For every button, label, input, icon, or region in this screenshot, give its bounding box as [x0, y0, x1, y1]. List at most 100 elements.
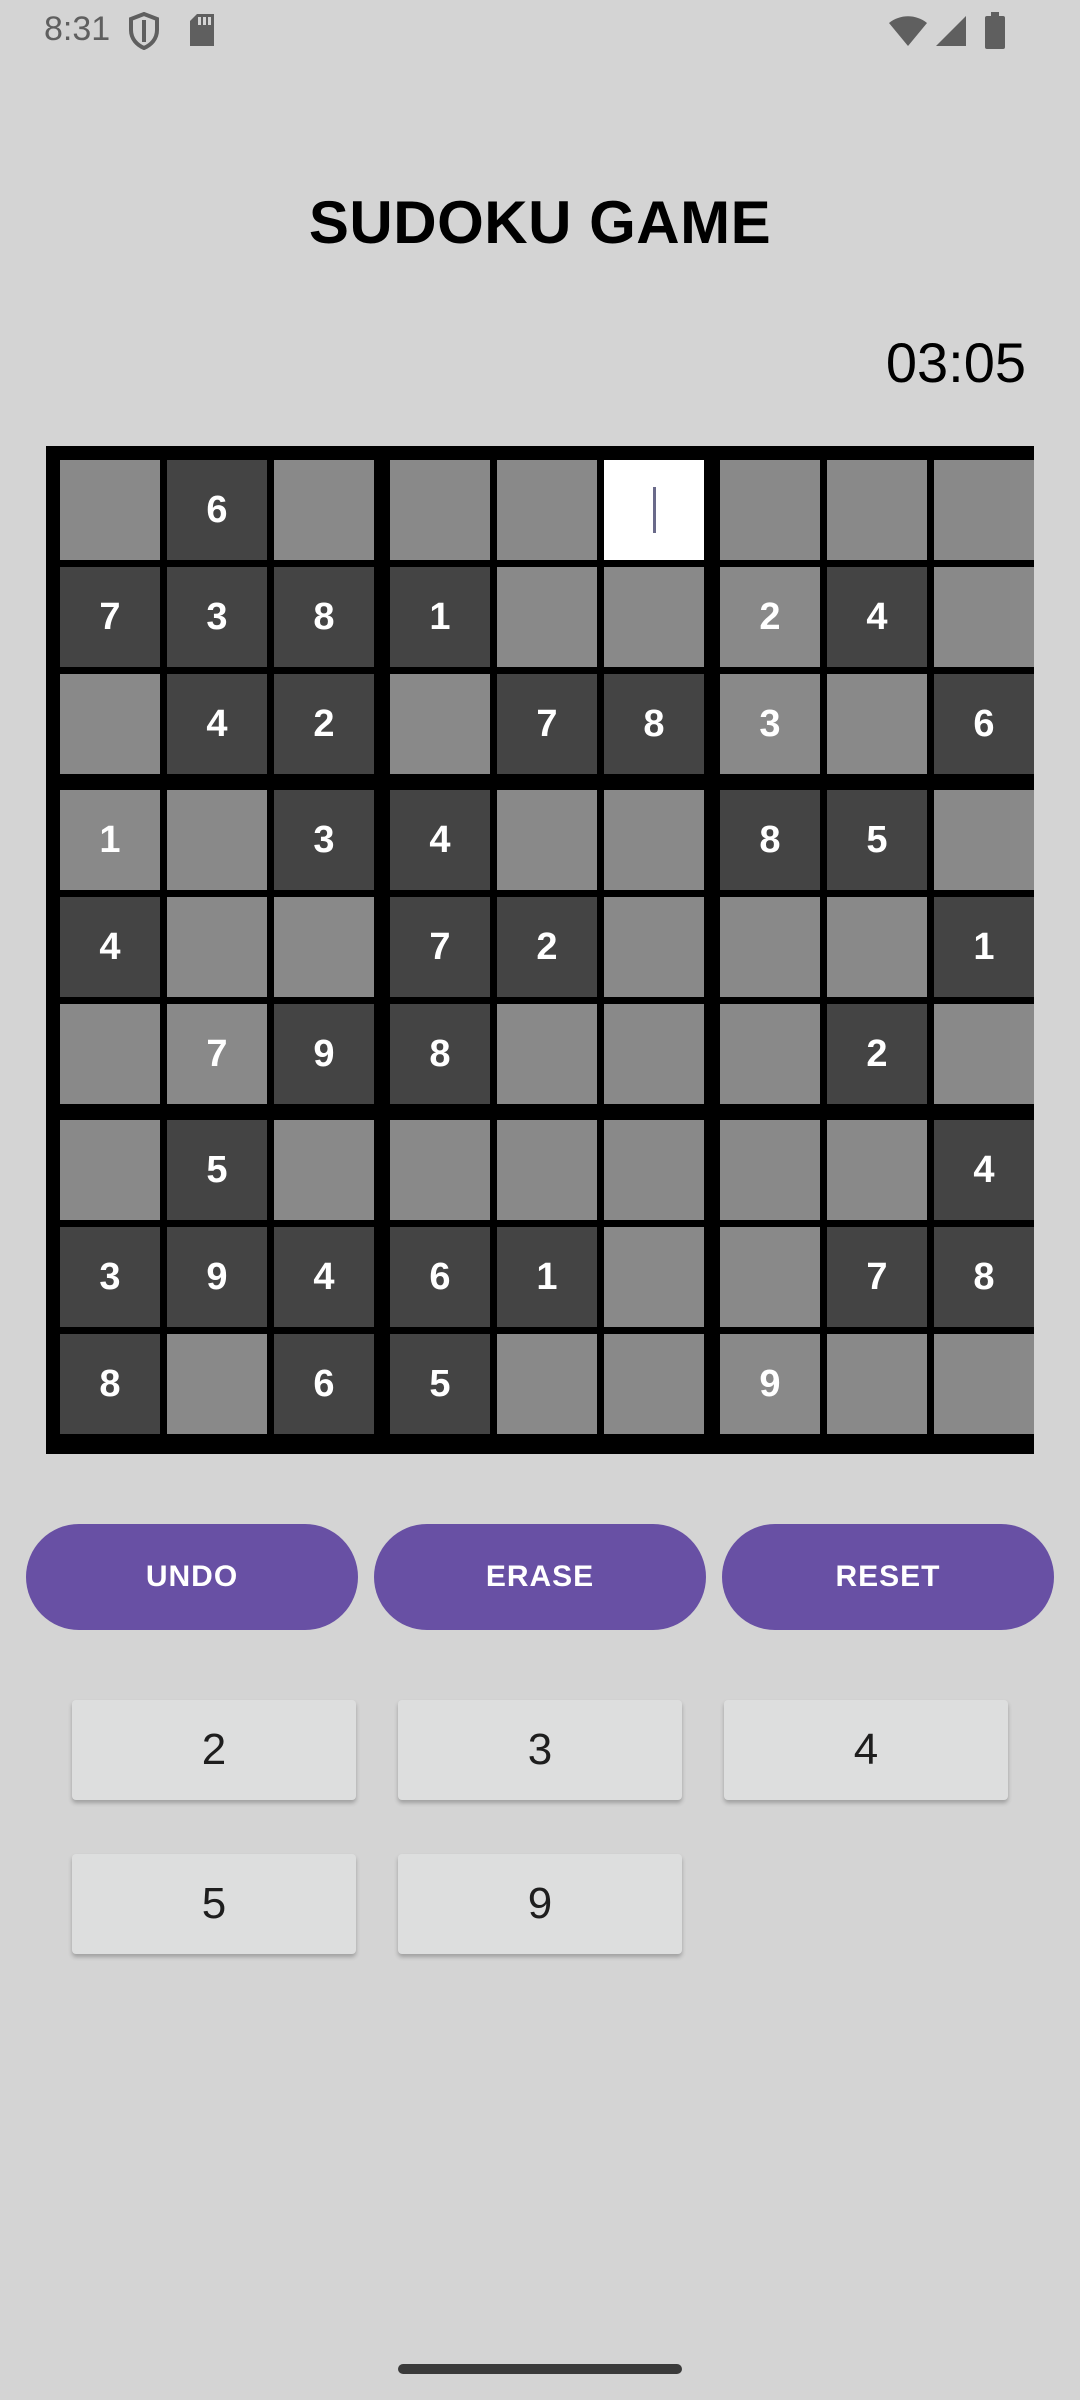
- sudoku-cell-r3-c2[interactable]: 4: [167, 674, 267, 774]
- sudoku-cell-r1-c6[interactable]: [604, 460, 704, 560]
- status-bar: 8:31: [0, 0, 1080, 64]
- sudoku-cell-r4-c3[interactable]: 3: [274, 790, 374, 890]
- sudoku-cell-r2-c2[interactable]: 3: [167, 567, 267, 667]
- cellular-signal-icon: [934, 14, 968, 53]
- sudoku-cell-r2-c3[interactable]: 8: [274, 567, 374, 667]
- sudoku-cell-r1-c2[interactable]: 6: [167, 460, 267, 560]
- sudoku-cell-r6-c7[interactable]: [720, 1004, 820, 1104]
- sudoku-cell-r9-c2[interactable]: [167, 1334, 267, 1434]
- sudoku-cell-r2-c9[interactable]: [934, 567, 1034, 667]
- sudoku-cell-r7-c2[interactable]: 5: [167, 1120, 267, 1220]
- sudoku-cell-r4-c8[interactable]: 5: [827, 790, 927, 890]
- sudoku-cell-r3-c1[interactable]: [60, 674, 160, 774]
- reset-button[interactable]: RESET: [722, 1524, 1054, 1630]
- sudoku-cell-r4-c7[interactable]: 8: [720, 790, 820, 890]
- sudoku-cell-r3-c8[interactable]: [827, 674, 927, 774]
- number-button-4[interactable]: 4: [724, 1700, 1008, 1800]
- sudoku-cell-r2-c5[interactable]: [497, 567, 597, 667]
- sudoku-cell-r6-c8[interactable]: 2: [827, 1004, 927, 1104]
- home-indicator[interactable]: [398, 2364, 682, 2374]
- sudoku-cell-r7-c1[interactable]: [60, 1120, 160, 1220]
- sudoku-cell-r3-c7[interactable]: 3: [720, 674, 820, 774]
- sudoku-cell-r5-c3[interactable]: [274, 897, 374, 997]
- sudoku-cell-r4-c5[interactable]: [497, 790, 597, 890]
- number-button-9[interactable]: 9: [398, 1854, 682, 1954]
- sudoku-cell-r8-c8[interactable]: 7: [827, 1227, 927, 1327]
- sudoku-cell-r6-c1[interactable]: [60, 1004, 160, 1104]
- sudoku-cell-r4-c9[interactable]: [934, 790, 1034, 890]
- sudoku-board: 673812442783613485472179825439461788659: [46, 446, 1034, 1454]
- sudoku-cell-r5-c9[interactable]: 1: [934, 897, 1034, 997]
- sudoku-cell-r9-c4[interactable]: 5: [390, 1334, 490, 1434]
- sudoku-cell-r4-c2[interactable]: [167, 790, 267, 890]
- sudoku-cell-r3-c9[interactable]: 6: [934, 674, 1034, 774]
- sudoku-cell-r7-c6[interactable]: [604, 1120, 704, 1220]
- sudoku-cell-r4-c6[interactable]: [604, 790, 704, 890]
- erase-button[interactable]: ERASE: [374, 1524, 706, 1630]
- sudoku-cell-r9-c7[interactable]: 9: [720, 1334, 820, 1434]
- sudoku-cell-r4-c4[interactable]: 4: [390, 790, 490, 890]
- sudoku-cell-r2-c6[interactable]: [604, 567, 704, 667]
- sudoku-cell-r9-c1[interactable]: 8: [60, 1334, 160, 1434]
- sudoku-cell-r6-c5[interactable]: [497, 1004, 597, 1104]
- sudoku-cell-r7-c9[interactable]: 4: [934, 1120, 1034, 1220]
- sudoku-cell-r1-c1[interactable]: [60, 460, 160, 560]
- sudoku-cell-r5-c8[interactable]: [827, 897, 927, 997]
- action-buttons: UNDO ERASE RESET: [26, 1524, 1054, 1630]
- game-timer: 03:05: [885, 331, 1026, 394]
- sudoku-cell-r3-c6[interactable]: 8: [604, 674, 704, 774]
- sudoku-cell-r3-c5[interactable]: 7: [497, 674, 597, 774]
- number-button-2[interactable]: 2: [72, 1700, 356, 1800]
- sudoku-cell-r8-c1[interactable]: 3: [60, 1227, 160, 1327]
- sudoku-cell-r9-c5[interactable]: [497, 1334, 597, 1434]
- sudoku-cell-r2-c4[interactable]: 1: [390, 567, 490, 667]
- sudoku-cell-r2-c7[interactable]: 2: [720, 567, 820, 667]
- sudoku-cell-r5-c4[interactable]: 7: [390, 897, 490, 997]
- sudoku-cell-r8-c6[interactable]: [604, 1227, 704, 1327]
- sudoku-cell-r8-c7[interactable]: [720, 1227, 820, 1327]
- number-button-3[interactable]: 3: [398, 1700, 682, 1800]
- sudoku-cell-r8-c4[interactable]: 6: [390, 1227, 490, 1327]
- sudoku-cell-r2-c1[interactable]: 7: [60, 567, 160, 667]
- sudoku-cell-r3-c4[interactable]: [390, 674, 490, 774]
- sudoku-cell-r5-c6[interactable]: [604, 897, 704, 997]
- sudoku-cell-r1-c9[interactable]: [934, 460, 1034, 560]
- sudoku-cell-r4-c1[interactable]: 1: [60, 790, 160, 890]
- sudoku-cell-r6-c2[interactable]: 7: [167, 1004, 267, 1104]
- sudoku-cell-r1-c4[interactable]: [390, 460, 490, 560]
- sudoku-cell-r1-c7[interactable]: [720, 460, 820, 560]
- number-button-5[interactable]: 5: [72, 1854, 356, 1954]
- sudoku-cell-r5-c2[interactable]: [167, 897, 267, 997]
- page-title: SUDOKU GAME: [308, 189, 772, 256]
- sudoku-cell-r2-c8[interactable]: 4: [827, 567, 927, 667]
- sudoku-cell-r9-c3[interactable]: 6: [274, 1334, 374, 1434]
- sudoku-cell-r1-c5[interactable]: [497, 460, 597, 560]
- sudoku-cell-r7-c8[interactable]: [827, 1120, 927, 1220]
- sudoku-cell-r8-c3[interactable]: 4: [274, 1227, 374, 1327]
- sudoku-cell-r7-c7[interactable]: [720, 1120, 820, 1220]
- sudoku-cell-r7-c4[interactable]: [390, 1120, 490, 1220]
- undo-button[interactable]: UNDO: [26, 1524, 358, 1630]
- sudoku-cell-r6-c6[interactable]: [604, 1004, 704, 1104]
- sudoku-cell-r7-c5[interactable]: [497, 1120, 597, 1220]
- sudoku-cell-r8-c2[interactable]: 9: [167, 1227, 267, 1327]
- sudoku-cell-r5-c7[interactable]: [720, 897, 820, 997]
- status-time: 8:31: [44, 10, 111, 48]
- sudoku-cell-r8-c5[interactable]: 1: [497, 1227, 597, 1327]
- sudoku-cell-r9-c9[interactable]: [934, 1334, 1034, 1434]
- sudoku-cell-r1-c3[interactable]: [274, 460, 374, 560]
- wifi-icon: [888, 14, 928, 53]
- shield-icon: [128, 11, 160, 55]
- sudoku-cell-r9-c6[interactable]: [604, 1334, 704, 1434]
- sudoku-cell-r6-c3[interactable]: 9: [274, 1004, 374, 1104]
- sudoku-cell-r6-c9[interactable]: [934, 1004, 1034, 1104]
- sudoku-cell-r9-c8[interactable]: [827, 1334, 927, 1434]
- sudoku-cell-r6-c4[interactable]: 8: [390, 1004, 490, 1104]
- sudoku-cell-r1-c8[interactable]: [827, 460, 927, 560]
- sudoku-cell-r8-c9[interactable]: 8: [934, 1227, 1034, 1327]
- sudoku-cell-r3-c3[interactable]: 2: [274, 674, 374, 774]
- sudoku-cell-r5-c1[interactable]: 4: [60, 897, 160, 997]
- battery-icon: [984, 12, 1006, 55]
- sudoku-cell-r7-c3[interactable]: [274, 1120, 374, 1220]
- sudoku-cell-r5-c5[interactable]: 2: [497, 897, 597, 997]
